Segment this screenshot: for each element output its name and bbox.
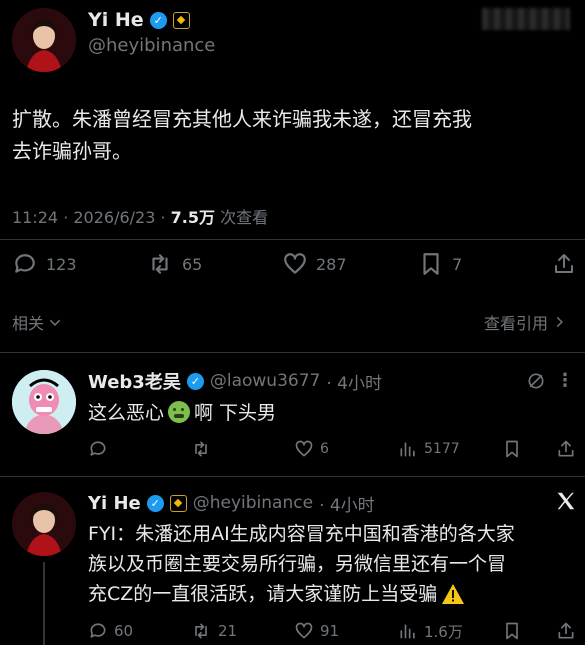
grok-icon[interactable]	[526, 371, 546, 395]
repost-icon	[152, 254, 168, 274]
author-row[interactable]: Yi He ✓	[88, 8, 190, 32]
related-label: 相关	[12, 314, 45, 333]
bookmark-icon	[506, 440, 518, 458]
repost-icon	[195, 441, 207, 457]
verified-badge-icon: ✓	[149, 11, 167, 29]
like-button[interactable]: 6	[294, 438, 329, 460]
reply-button[interactable]: 123	[12, 250, 77, 278]
view-quotes-link[interactable]: 查看引用	[484, 310, 566, 334]
author-handle[interactable]: @laowu3677	[210, 371, 320, 391]
divider	[0, 239, 585, 240]
author-name[interactable]: Web3老吴	[88, 368, 181, 394]
bookmark-icon	[506, 622, 518, 640]
verified-badge-icon: ✓	[146, 494, 164, 512]
share-button[interactable]	[556, 438, 576, 460]
reply-time[interactable]: · 4小时	[319, 491, 375, 516]
like-button[interactable]: 91	[294, 620, 339, 642]
chevron-right-icon	[556, 316, 563, 328]
reply-button[interactable]: 60	[88, 620, 133, 642]
author-name[interactable]: Yi He	[88, 493, 141, 514]
share-icon	[558, 622, 574, 639]
reply-text-part: 啊 下头男	[194, 402, 277, 424]
author-name[interactable]: Yi He	[88, 9, 144, 31]
bookmark-button[interactable]: 7	[418, 250, 462, 278]
avatar[interactable]	[12, 8, 76, 72]
analytics-icon	[400, 442, 415, 457]
author-handle[interactable]: @heyibinance	[88, 35, 215, 56]
divider	[0, 476, 585, 477]
reply-author-row[interactable]: Web3老吴 ✓ @laowu3677 · 4小时	[88, 368, 382, 394]
bookmark-icon	[423, 253, 439, 275]
reply-icon	[15, 254, 35, 273]
related-toggle[interactable]: 相关	[12, 310, 62, 334]
heart-icon	[295, 622, 313, 639]
avatar[interactable]	[12, 370, 76, 434]
heart-icon	[295, 440, 313, 457]
reply-author-row[interactable]: Yi He ✓ @heyibinance · 4小时	[88, 491, 375, 516]
like-button[interactable]: 287	[282, 250, 347, 278]
heart-icon	[284, 253, 306, 274]
reply-text: FYI：朱潘还用AI生成内容冒充中国和香港的各大家 族以及币圈主要交易所行骗，另…	[88, 519, 515, 609]
view-count: 1.6万	[424, 622, 463, 641]
like-count: 287	[316, 254, 347, 274]
share-icon	[558, 440, 574, 457]
repost-button[interactable]	[190, 438, 212, 460]
binance-affiliate-icon	[172, 11, 190, 29]
views-button[interactable]: 1.6万	[398, 620, 463, 642]
author-handle[interactable]: @heyibinance	[193, 493, 313, 513]
reply-text-line: 族以及币圈主要交易所行骗，另微信里还有一个冒	[88, 553, 507, 575]
nauseated-face-icon	[168, 400, 191, 423]
reply-count: 123	[46, 254, 77, 274]
reply-text-line: FYI：朱潘还用AI生成内容冒充中国和香港的各大家	[88, 523, 515, 545]
reply-count: 60	[114, 622, 134, 640]
reply-text-line: 充CZ的一直很活跃，请大家谨防上当受骗	[88, 583, 438, 605]
share-button[interactable]	[552, 250, 576, 278]
reply-icon	[90, 623, 106, 638]
repost-icon	[195, 623, 207, 639]
x-logo-icon	[555, 490, 577, 516]
repost-button[interactable]: 65	[146, 250, 202, 278]
like-count: 91	[320, 622, 340, 640]
post-text-line: 扩散。朱潘曾经冒充其他人来诈骗我未遂，还冒充我	[12, 107, 472, 131]
bookmark-button[interactable]	[502, 438, 522, 460]
share-button[interactable]	[556, 620, 576, 642]
views-count: 7.5万	[170, 208, 216, 227]
views-label: 次查看	[215, 208, 269, 227]
reply-time[interactable]: · 4小时	[326, 369, 382, 394]
post-text: 扩散。朱潘曾经冒充其他人来诈骗我未遂，还冒充我 去诈骗孙哥。	[12, 103, 472, 167]
post-text-line: 去诈骗孙哥。	[12, 139, 132, 163]
divider	[0, 352, 585, 353]
post-meta: 11:24 · 2026/6/23 · 7.5万 次查看	[12, 204, 268, 228]
share-icon	[555, 254, 573, 273]
reply-icon	[90, 441, 106, 456]
post-time[interactable]: 11:24 · 2026/6/23 ·	[12, 208, 171, 227]
warning-icon	[442, 584, 465, 604]
chevron-down-icon	[49, 319, 61, 326]
reply-button[interactable]	[88, 438, 108, 460]
binance-affiliate-icon	[169, 494, 187, 512]
like-count: 6	[320, 441, 329, 457]
repost-count: 21	[218, 622, 238, 640]
reply-text-part: 这么恶心	[88, 402, 165, 424]
view-count: 5177	[424, 441, 460, 457]
view-quotes-label: 查看引用	[484, 314, 549, 333]
more-options-icon[interactable]: ⋮	[556, 370, 574, 391]
bookmark-button[interactable]	[502, 620, 522, 642]
views-button[interactable]: 5177	[398, 438, 460, 460]
repost-button[interactable]: 21	[190, 620, 237, 642]
avatar[interactable]	[12, 492, 76, 556]
reply-text: 这么恶心 啊 下头男	[88, 398, 276, 425]
repost-count: 65	[182, 254, 203, 274]
thread-line	[43, 562, 45, 645]
verified-badge-icon: ✓	[186, 372, 204, 390]
analytics-icon	[400, 624, 415, 639]
bookmark-count: 7	[452, 254, 463, 274]
blurred-element	[482, 8, 570, 30]
